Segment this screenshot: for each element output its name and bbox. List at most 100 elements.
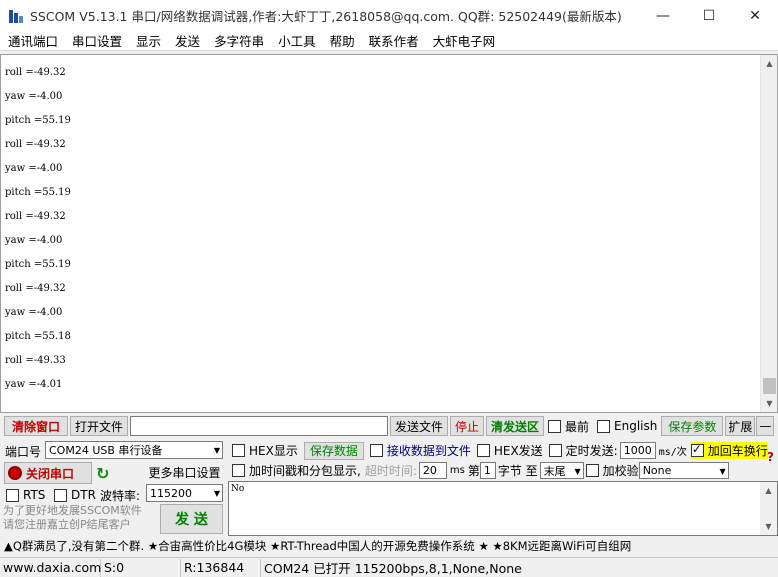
hex-send-checkbox[interactable] bbox=[476, 444, 490, 457]
close-button[interactable]: ✕ bbox=[732, 0, 778, 31]
clear-window-button[interactable]: 清除窗口 bbox=[4, 416, 68, 436]
save-params-button[interactable]: 保存参数 bbox=[661, 416, 724, 436]
baud-label: 波特率: bbox=[100, 488, 141, 503]
recv-to-file-checkbox[interactable] bbox=[369, 444, 383, 457]
baud-select[interactable]: 115200 ▼ bbox=[146, 484, 223, 502]
recv-to-file-option[interactable]: 接收数据到文件 bbox=[369, 442, 471, 459]
timeout-input[interactable]: 20 bbox=[418, 462, 447, 479]
checksum-select[interactable]: None ▼ bbox=[638, 462, 729, 479]
refresh-icon[interactable]: ↻ bbox=[96, 464, 109, 483]
port-select[interactable]: COM24 USB 串行设备 ▼ bbox=[45, 441, 223, 459]
always-on-top-option[interactable]: 最前 bbox=[548, 418, 589, 435]
more-serial-settings-button[interactable]: 更多串口设置 bbox=[146, 462, 223, 482]
chevron-down-icon: ▼ bbox=[213, 446, 220, 455]
dtr-label: DTR bbox=[71, 488, 96, 502]
open-file-button[interactable]: 打开文件 bbox=[70, 416, 128, 436]
file-toolbar: 清除窗口 打开文件 发送文件 停止 清发送区 最前 English 保存参数 扩… bbox=[0, 415, 778, 437]
receive-area[interactable]: roll =-49.32 yaw =-4.00 pitch =55.19 rol… bbox=[0, 54, 778, 413]
register-promo[interactable]: 为了更好地发展SSCOM软件 请您注册嘉立创P结尾客户 bbox=[3, 504, 153, 532]
scroll-up-icon[interactable]: ▲ bbox=[761, 55, 777, 72]
dtr-option[interactable]: DTR bbox=[54, 486, 96, 504]
start-byte-input[interactable]: 1 bbox=[479, 462, 496, 479]
interval-unit: ms/次 bbox=[658, 447, 687, 458]
scroll-thumb[interactable] bbox=[763, 378, 776, 394]
port-label: 端口号 bbox=[5, 444, 42, 459]
receive-line: yaw =-4.00 bbox=[5, 307, 63, 318]
end-byte-select[interactable]: 末尾 ▼ bbox=[539, 462, 584, 479]
recv-to-file-label: 接收数据到文件 bbox=[386, 444, 471, 458]
receive-line: yaw =-4.00 bbox=[5, 235, 63, 246]
rts-option[interactable]: RTS bbox=[6, 486, 45, 504]
scroll-down-icon[interactable]: ▼ bbox=[761, 395, 777, 412]
receive-line: roll =-49.32 bbox=[5, 211, 66, 222]
rts-checkbox[interactable] bbox=[6, 488, 19, 502]
byte-to-label: 字节 至 bbox=[497, 464, 538, 478]
menu-comm-port[interactable]: 通讯端口 bbox=[8, 31, 58, 50]
menu-send[interactable]: 发送 bbox=[175, 31, 200, 50]
chevron-down-icon: ▼ bbox=[213, 489, 220, 498]
receive-scrollbar[interactable]: ▲ ▼ bbox=[760, 55, 777, 412]
expand-button[interactable]: 扩展 bbox=[725, 416, 756, 436]
menu-serial-settings[interactable]: 串口设置 bbox=[72, 31, 122, 50]
chevron-down-icon: ▼ bbox=[574, 467, 581, 476]
hex-display-checkbox[interactable] bbox=[232, 444, 245, 457]
baud-value: 115200 bbox=[150, 486, 192, 500]
receive-line: pitch =55.19 bbox=[5, 187, 71, 198]
receive-line: pitch =55.19 bbox=[5, 259, 71, 270]
send-button[interactable]: 发 送 bbox=[160, 504, 223, 534]
menu-display[interactable]: 显示 bbox=[136, 31, 161, 50]
send-file-button[interactable]: 发送文件 bbox=[390, 416, 448, 436]
timed-send-label: 定时发送: bbox=[565, 444, 618, 458]
close-port-button[interactable]: 关闭串口 bbox=[4, 462, 92, 484]
website-link[interactable]: www.daxia.com bbox=[0, 558, 101, 577]
app-icon bbox=[8, 8, 24, 24]
receive-line: pitch =55.19 bbox=[5, 115, 71, 126]
menu-daxia-website[interactable]: 大虾电子网 bbox=[433, 31, 496, 50]
menu-tools[interactable]: 小工具 bbox=[278, 31, 316, 50]
interval-input[interactable]: 1000 bbox=[619, 442, 656, 459]
receive-line: roll =-49.32 bbox=[5, 283, 66, 294]
receive-line: yaw =-4.00 bbox=[5, 91, 63, 102]
checksum-option[interactable]: 加校验 bbox=[585, 462, 639, 479]
port-status: COM24 已打开 115200bps,8,1,None,None bbox=[264, 561, 522, 576]
send-scrollbar[interactable]: ▲ ▼ bbox=[760, 482, 777, 535]
menu-help[interactable]: 帮助 bbox=[330, 31, 355, 50]
stop-button[interactable]: 停止 bbox=[450, 416, 484, 436]
checksum-label: 加校验 bbox=[602, 464, 639, 478]
checksum-checkbox[interactable] bbox=[585, 464, 599, 477]
hex-display-option[interactable]: HEX显示 bbox=[232, 442, 298, 459]
add-crlf-checkbox[interactable] bbox=[690, 442, 704, 457]
collapse-button[interactable]: — bbox=[756, 416, 775, 436]
scroll-down-icon[interactable]: ▼ bbox=[760, 518, 777, 535]
minimize-button[interactable]: — bbox=[640, 0, 686, 31]
hex-send-option[interactable]: HEX发送 bbox=[476, 442, 543, 459]
timed-send-checkbox[interactable] bbox=[548, 444, 562, 457]
clear-send-area-button[interactable]: 清发送区 bbox=[486, 416, 544, 436]
menu-multi-string[interactable]: 多字符串 bbox=[214, 31, 264, 50]
scroll-up-icon[interactable]: ▲ bbox=[760, 482, 777, 499]
end-byte-value: 末尾 bbox=[543, 464, 566, 478]
menu-contact-author[interactable]: 联系作者 bbox=[369, 31, 419, 50]
timed-send-option[interactable]: 定时发送: bbox=[548, 442, 618, 459]
port-panel: 端口号 COM24 USB 串行设备 ▼ 关闭串口 ↻ 更多串口设置 RTS D… bbox=[0, 440, 226, 536]
receive-line: yaw =-4.00 bbox=[5, 163, 63, 174]
close-port-label: 关闭串口 bbox=[26, 466, 75, 481]
chevron-down-icon: ▼ bbox=[719, 467, 726, 476]
sent-count: S:0 bbox=[101, 558, 181, 577]
add-crlf-label: 加回车换行 bbox=[707, 444, 768, 458]
receive-line: roll =-49.32 bbox=[5, 139, 66, 150]
maximize-button[interactable]: ☐ bbox=[686, 0, 732, 31]
help-icon[interactable]: ? bbox=[767, 450, 774, 464]
save-data-button[interactable]: 保存数据 bbox=[303, 441, 364, 460]
english-checkbox[interactable] bbox=[597, 419, 611, 433]
dtr-checkbox[interactable] bbox=[54, 488, 67, 502]
send-input[interactable]: No ▲ ▼ bbox=[228, 481, 778, 536]
timestamp-option[interactable]: 加时间戳和分包显示, bbox=[232, 462, 361, 479]
always-on-top-checkbox[interactable] bbox=[548, 419, 561, 433]
english-option[interactable]: English bbox=[597, 419, 657, 433]
timestamp-checkbox[interactable] bbox=[232, 464, 245, 477]
ad-ticker[interactable]: ▲Q群满员了,没有第二个群. ★合宙高性价比4G模块 ★RT-Thread中国人… bbox=[0, 536, 778, 556]
add-crlf-option[interactable]: 加回车换行 bbox=[690, 442, 768, 459]
file-path-input[interactable] bbox=[130, 416, 388, 436]
options-row-1: HEX显示 保存数据 接收数据到文件 HEX发送 定时发送: 1000 ms/次… bbox=[228, 441, 778, 460]
